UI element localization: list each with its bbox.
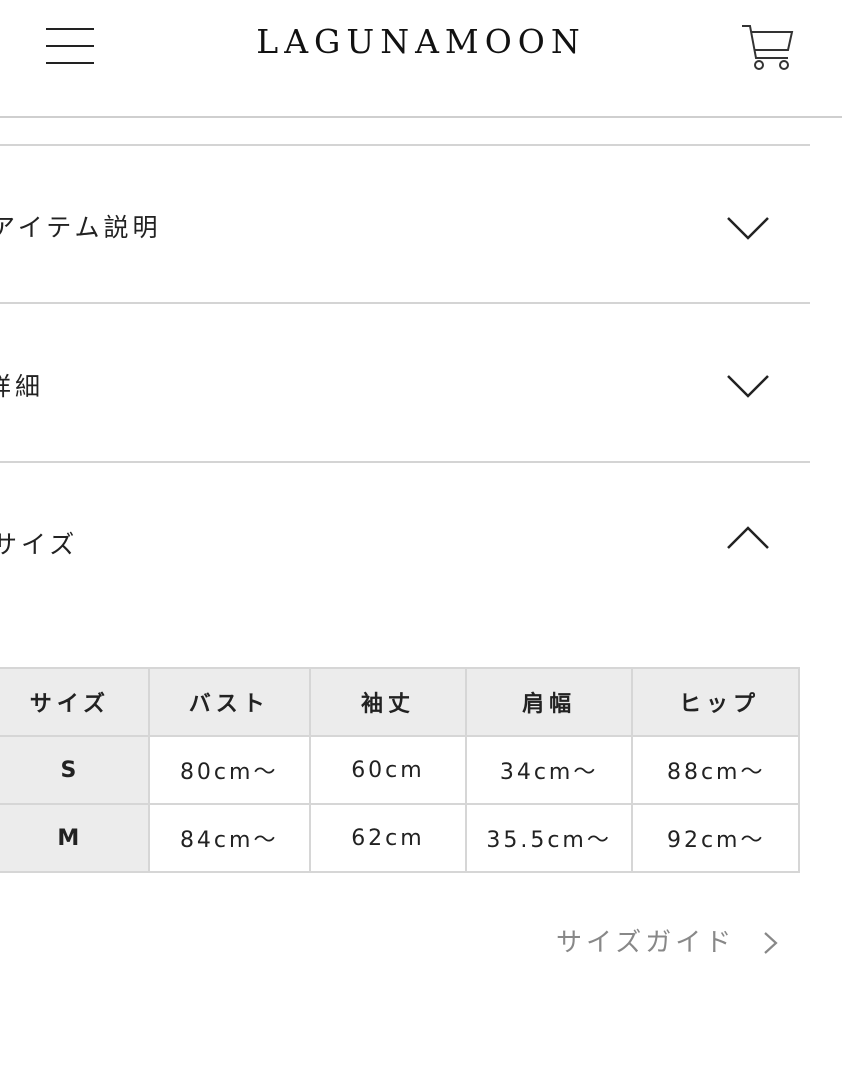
- table-header-cell: バスト: [147, 667, 311, 737]
- table-cell: 88cm〜: [630, 735, 801, 805]
- accordion-label: アイテム説明: [0, 213, 162, 242]
- table-cell: 80cm〜: [147, 735, 311, 805]
- chevron-down-icon[interactable]: [724, 214, 772, 242]
- accordion-label: サイズ: [0, 530, 79, 559]
- shopping-cart-icon[interactable]: [740, 22, 796, 72]
- table-header-row: サイズ バスト 袖丈 肩幅 ヒップ: [0, 667, 801, 737]
- chevron-down-icon[interactable]: [724, 372, 772, 400]
- chevron-up-icon[interactable]: [724, 524, 772, 552]
- table-header-cell: 肩幅: [465, 667, 633, 737]
- accordion-label: 詳細: [0, 372, 45, 401]
- site-header: LAGUNAMOON: [0, 0, 842, 118]
- size-guide-link[interactable]: サイズガイド: [556, 922, 735, 959]
- brand-logo[interactable]: LAGUNAMOON: [0, 22, 842, 61]
- chevron-right-icon[interactable]: [760, 930, 780, 956]
- size-label-cell: M: [0, 803, 150, 873]
- table-row: S 80cm〜 60cm 34cm〜 88cm〜: [0, 735, 801, 805]
- divider: [0, 302, 810, 304]
- table-header-cell: サイズ: [0, 667, 150, 737]
- table-header-cell: 袖丈: [308, 667, 468, 737]
- divider: [0, 144, 810, 146]
- table-cell: 92cm〜: [630, 803, 801, 873]
- size-table-container[interactable]: サイズ バスト 袖丈 肩幅 ヒップ S 80cm〜 60cm 34cm〜 88c…: [0, 660, 810, 880]
- divider: [0, 461, 810, 463]
- table-row: M 84cm〜 62cm 35.5cm〜 92cm〜: [0, 803, 801, 873]
- table-cell: 84cm〜: [147, 803, 311, 873]
- table-cell: 35.5cm〜: [465, 803, 633, 873]
- size-table: サイズ バスト 袖丈 肩幅 ヒップ S 80cm〜 60cm 34cm〜 88c…: [0, 667, 801, 873]
- table-cell: 34cm〜: [465, 735, 633, 805]
- table-cell: 62cm: [308, 803, 468, 873]
- table-cell: 60cm: [308, 735, 468, 805]
- table-header-cell: ヒップ: [630, 667, 801, 737]
- size-label-cell: S: [0, 735, 150, 805]
